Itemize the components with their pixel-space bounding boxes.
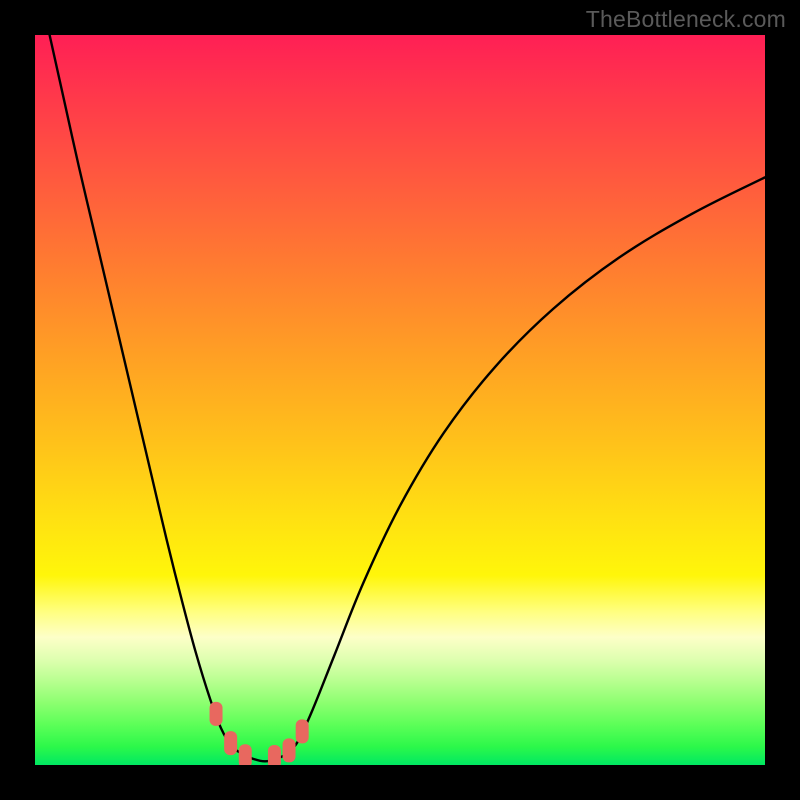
chart-frame: TheBottleneck.com bbox=[0, 0, 800, 800]
highlight-marker bbox=[210, 702, 223, 726]
highlight-marker bbox=[283, 738, 296, 762]
highlight-marker bbox=[268, 745, 281, 765]
highlight-marker bbox=[224, 731, 237, 755]
watermark-text: TheBottleneck.com bbox=[586, 6, 786, 33]
curve-right-branch bbox=[287, 177, 765, 754]
plot-area bbox=[35, 35, 765, 765]
bottleneck-curve bbox=[35, 35, 765, 765]
highlight-marker bbox=[239, 744, 252, 765]
curve-left-branch bbox=[50, 35, 243, 754]
highlight-marker bbox=[296, 719, 309, 743]
